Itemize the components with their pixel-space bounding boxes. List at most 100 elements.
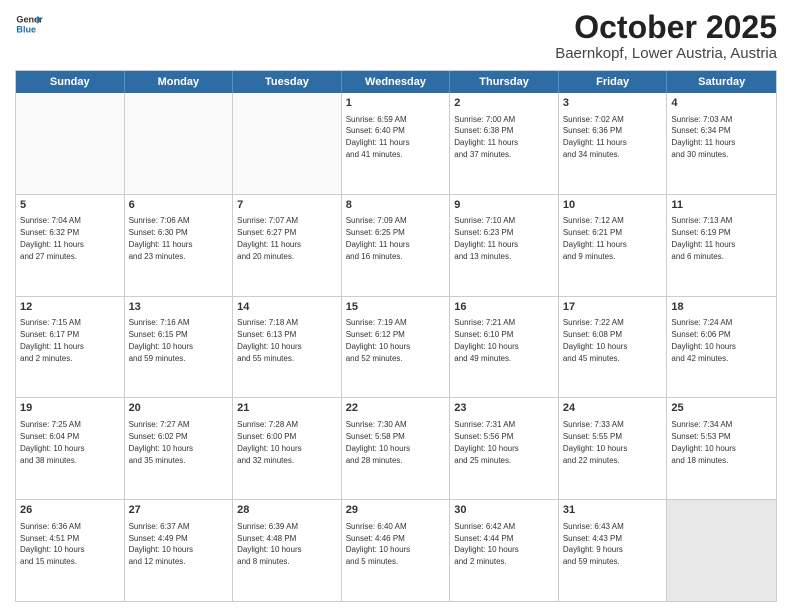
day-cell-21: 21 Sunrise: 7:28 AM Sunset: 6:00 PM Dayli… xyxy=(233,398,342,499)
day-cell-13: 13 Sunrise: 7:16 AM Sunset: 6:15 PM Dayli… xyxy=(125,297,234,398)
day-number: 31 xyxy=(563,503,663,518)
day-number: 9 xyxy=(454,198,554,213)
day-info: Sunrise: 7:06 AM Sunset: 6:30 PM Dayligh… xyxy=(129,216,193,261)
day-cell-9: 9 Sunrise: 7:10 AM Sunset: 6:23 PM Daylig… xyxy=(450,195,559,296)
week-row-3: 12 Sunrise: 7:15 AM Sunset: 6:17 PM Dayli… xyxy=(16,296,776,398)
day-info: Sunrise: 7:28 AM Sunset: 6:00 PM Dayligh… xyxy=(237,420,301,465)
header-day-saturday: Saturday xyxy=(667,71,776,93)
day-cell-29: 29 Sunrise: 6:40 AM Sunset: 4:46 PM Dayli… xyxy=(342,500,451,601)
day-cell-28: 28Sunrise: 6:39 AM Sunset: 4:48 PM Dayli… xyxy=(233,500,342,601)
calendar: SundayMondayTuesdayWednesdayThursdayFrid… xyxy=(15,70,777,602)
day-number: 29 xyxy=(346,503,446,518)
day-number: 15 xyxy=(346,300,446,315)
day-info: Sunrise: 7:33 AM Sunset: 5:55 PM Dayligh… xyxy=(563,420,627,465)
day-number: 24 xyxy=(563,401,663,416)
day-cell-3: 3 Sunrise: 7:02 AM Sunset: 6:36 PM Daylig… xyxy=(559,93,668,194)
day-number: 11 xyxy=(671,198,772,213)
day-cell-31: 31 Sunrise: 6:43 AM Sunset: 4:43 PM Dayli… xyxy=(559,500,668,601)
day-number: 10 xyxy=(563,198,663,213)
day-info: Sunrise: 7:30 AM Sunset: 5:58 PM Dayligh… xyxy=(346,420,410,465)
day-number: 7 xyxy=(237,198,337,213)
day-info: Sunrise: 7:27 AM Sunset: 6:02 PM Dayligh… xyxy=(129,420,193,465)
day-number: 1 xyxy=(346,96,446,111)
title-block: October 2025 Baernkopf, Lower Austria, A… xyxy=(555,10,777,62)
day-cell-7: 7 Sunrise: 7:07 AM Sunset: 6:27 PM Daylig… xyxy=(233,195,342,296)
empty-cell xyxy=(667,500,776,601)
day-cell-19: 19 Sunrise: 7:25 AM Sunset: 6:04 PM Dayli… xyxy=(16,398,125,499)
day-info: Sunrise: 7:12 AM Sunset: 6:21 PM Dayligh… xyxy=(563,216,627,261)
day-number: 18 xyxy=(671,300,772,315)
day-cell-22: 22 Sunrise: 7:30 AM Sunset: 5:58 PM Dayli… xyxy=(342,398,451,499)
day-info: Sunrise: 7:22 AM Sunset: 6:08 PM Dayligh… xyxy=(563,318,627,363)
empty-cell xyxy=(16,93,125,194)
day-info: Sunrise: 7:24 AM Sunset: 6:06 PM Dayligh… xyxy=(671,318,735,363)
day-cell-24: 24 Sunrise: 7:33 AM Sunset: 5:55 PM Dayli… xyxy=(559,398,668,499)
day-info: Sunrise: 7:09 AM Sunset: 6:25 PM Dayligh… xyxy=(346,216,410,261)
day-cell-4: 4Sunrise: 7:03 AM Sunset: 6:34 PM Daylig… xyxy=(667,93,776,194)
day-info: Sunrise: 6:42 AM Sunset: 4:44 PM Dayligh… xyxy=(454,522,518,567)
empty-cell xyxy=(125,93,234,194)
day-number: 30 xyxy=(454,503,554,518)
header-day-monday: Monday xyxy=(125,71,234,93)
day-cell-5: 5 Sunrise: 7:04 AM Sunset: 6:32 PM Daylig… xyxy=(16,195,125,296)
day-info: Sunrise: 6:59 AM Sunset: 6:40 PM Dayligh… xyxy=(346,115,410,160)
day-cell-11: 11 Sunrise: 7:13 AM Sunset: 6:19 PM Dayli… xyxy=(667,195,776,296)
day-info: Sunrise: 7:02 AM Sunset: 6:36 PM Dayligh… xyxy=(563,115,627,160)
day-cell-25: 25Sunrise: 7:34 AM Sunset: 5:53 PM Dayli… xyxy=(667,398,776,499)
day-cell-23: 23Sunrise: 7:31 AM Sunset: 5:56 PM Dayli… xyxy=(450,398,559,499)
header-day-friday: Friday xyxy=(559,71,668,93)
empty-cell xyxy=(233,93,342,194)
day-info: Sunrise: 7:10 AM Sunset: 6:23 PM Dayligh… xyxy=(454,216,518,261)
day-cell-12: 12 Sunrise: 7:15 AM Sunset: 6:17 PM Dayli… xyxy=(16,297,125,398)
day-number: 21 xyxy=(237,401,337,416)
day-cell-14: 14 Sunrise: 7:18 AM Sunset: 6:13 PM Dayli… xyxy=(233,297,342,398)
week-row-5: 26Sunrise: 6:36 AM Sunset: 4:51 PM Dayli… xyxy=(16,499,776,601)
day-number: 22 xyxy=(346,401,446,416)
day-number: 20 xyxy=(129,401,229,416)
day-info: Sunrise: 7:25 AM Sunset: 6:04 PM Dayligh… xyxy=(20,420,84,465)
day-cell-26: 26Sunrise: 6:36 AM Sunset: 4:51 PM Dayli… xyxy=(16,500,125,601)
day-number: 14 xyxy=(237,300,337,315)
day-info: Sunrise: 7:04 AM Sunset: 6:32 PM Dayligh… xyxy=(20,216,84,261)
day-info: Sunrise: 7:16 AM Sunset: 6:15 PM Dayligh… xyxy=(129,318,193,363)
calendar-body: 1 Sunrise: 6:59 AM Sunset: 6:40 PM Daylig… xyxy=(16,93,776,601)
day-number: 3 xyxy=(563,96,663,111)
day-cell-6: 6 Sunrise: 7:06 AM Sunset: 6:30 PM Daylig… xyxy=(125,195,234,296)
day-info: Sunrise: 6:43 AM Sunset: 4:43 PM Dayligh… xyxy=(563,522,624,567)
week-row-2: 5 Sunrise: 7:04 AM Sunset: 6:32 PM Daylig… xyxy=(16,194,776,296)
day-number: 5 xyxy=(20,198,120,213)
day-info: Sunrise: 7:00 AM Sunset: 6:38 PM Dayligh… xyxy=(454,115,518,160)
day-number: 8 xyxy=(346,198,446,213)
day-cell-17: 17 Sunrise: 7:22 AM Sunset: 6:08 PM Dayli… xyxy=(559,297,668,398)
location-title: Baernkopf, Lower Austria, Austria xyxy=(555,45,777,62)
day-number: 17 xyxy=(563,300,663,315)
svg-text:Blue: Blue xyxy=(16,24,36,34)
day-number: 12 xyxy=(20,300,120,315)
day-number: 6 xyxy=(129,198,229,213)
day-info: Sunrise: 7:34 AM Sunset: 5:53 PM Dayligh… xyxy=(671,420,735,465)
day-info: Sunrise: 7:21 AM Sunset: 6:10 PM Dayligh… xyxy=(454,318,518,363)
day-cell-2: 2Sunrise: 7:00 AM Sunset: 6:38 PM Daylig… xyxy=(450,93,559,194)
header-day-tuesday: Tuesday xyxy=(233,71,342,93)
day-number: 28 xyxy=(237,503,337,518)
day-info: Sunrise: 6:40 AM Sunset: 4:46 PM Dayligh… xyxy=(346,522,410,567)
day-info: Sunrise: 7:07 AM Sunset: 6:27 PM Dayligh… xyxy=(237,216,301,261)
logo: General Blue xyxy=(15,10,43,38)
logo-icon: General Blue xyxy=(15,10,43,38)
day-number: 19 xyxy=(20,401,120,416)
day-number: 26 xyxy=(20,503,120,518)
day-cell-18: 18 Sunrise: 7:24 AM Sunset: 6:06 PM Dayli… xyxy=(667,297,776,398)
day-cell-16: 16Sunrise: 7:21 AM Sunset: 6:10 PM Dayli… xyxy=(450,297,559,398)
day-info: Sunrise: 7:15 AM Sunset: 6:17 PM Dayligh… xyxy=(20,318,84,363)
day-cell-15: 15Sunrise: 7:19 AM Sunset: 6:12 PM Dayli… xyxy=(342,297,451,398)
calendar-header: SundayMondayTuesdayWednesdayThursdayFrid… xyxy=(16,71,776,93)
day-number: 13 xyxy=(129,300,229,315)
day-info: Sunrise: 7:13 AM Sunset: 6:19 PM Dayligh… xyxy=(671,216,735,261)
week-row-1: 1 Sunrise: 6:59 AM Sunset: 6:40 PM Daylig… xyxy=(16,93,776,194)
week-row-4: 19 Sunrise: 7:25 AM Sunset: 6:04 PM Dayli… xyxy=(16,397,776,499)
day-info: Sunrise: 7:31 AM Sunset: 5:56 PM Dayligh… xyxy=(454,420,518,465)
day-cell-27: 27Sunrise: 6:37 AM Sunset: 4:49 PM Dayli… xyxy=(125,500,234,601)
header-day-sunday: Sunday xyxy=(16,71,125,93)
day-info: Sunrise: 7:18 AM Sunset: 6:13 PM Dayligh… xyxy=(237,318,301,363)
day-info: Sunrise: 7:03 AM Sunset: 6:34 PM Dayligh… xyxy=(671,115,735,160)
